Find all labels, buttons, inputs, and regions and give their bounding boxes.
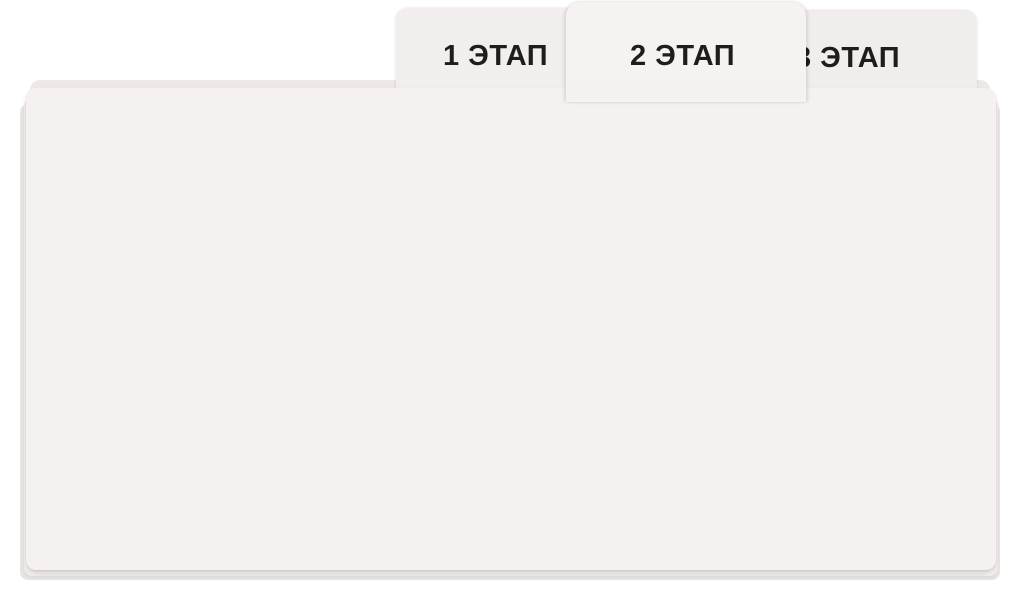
tab-label: 1 ЭТАП [443,40,549,72]
tab-label: 3 ЭТАП [795,42,901,74]
front-card [26,88,996,570]
tab-label: 2 ЭТАП [630,40,736,72]
index-card-stack: 3 ЭТАП 1 ЭТАП 2 ЭТАП [0,0,1022,607]
active-tab-joint [568,80,804,100]
